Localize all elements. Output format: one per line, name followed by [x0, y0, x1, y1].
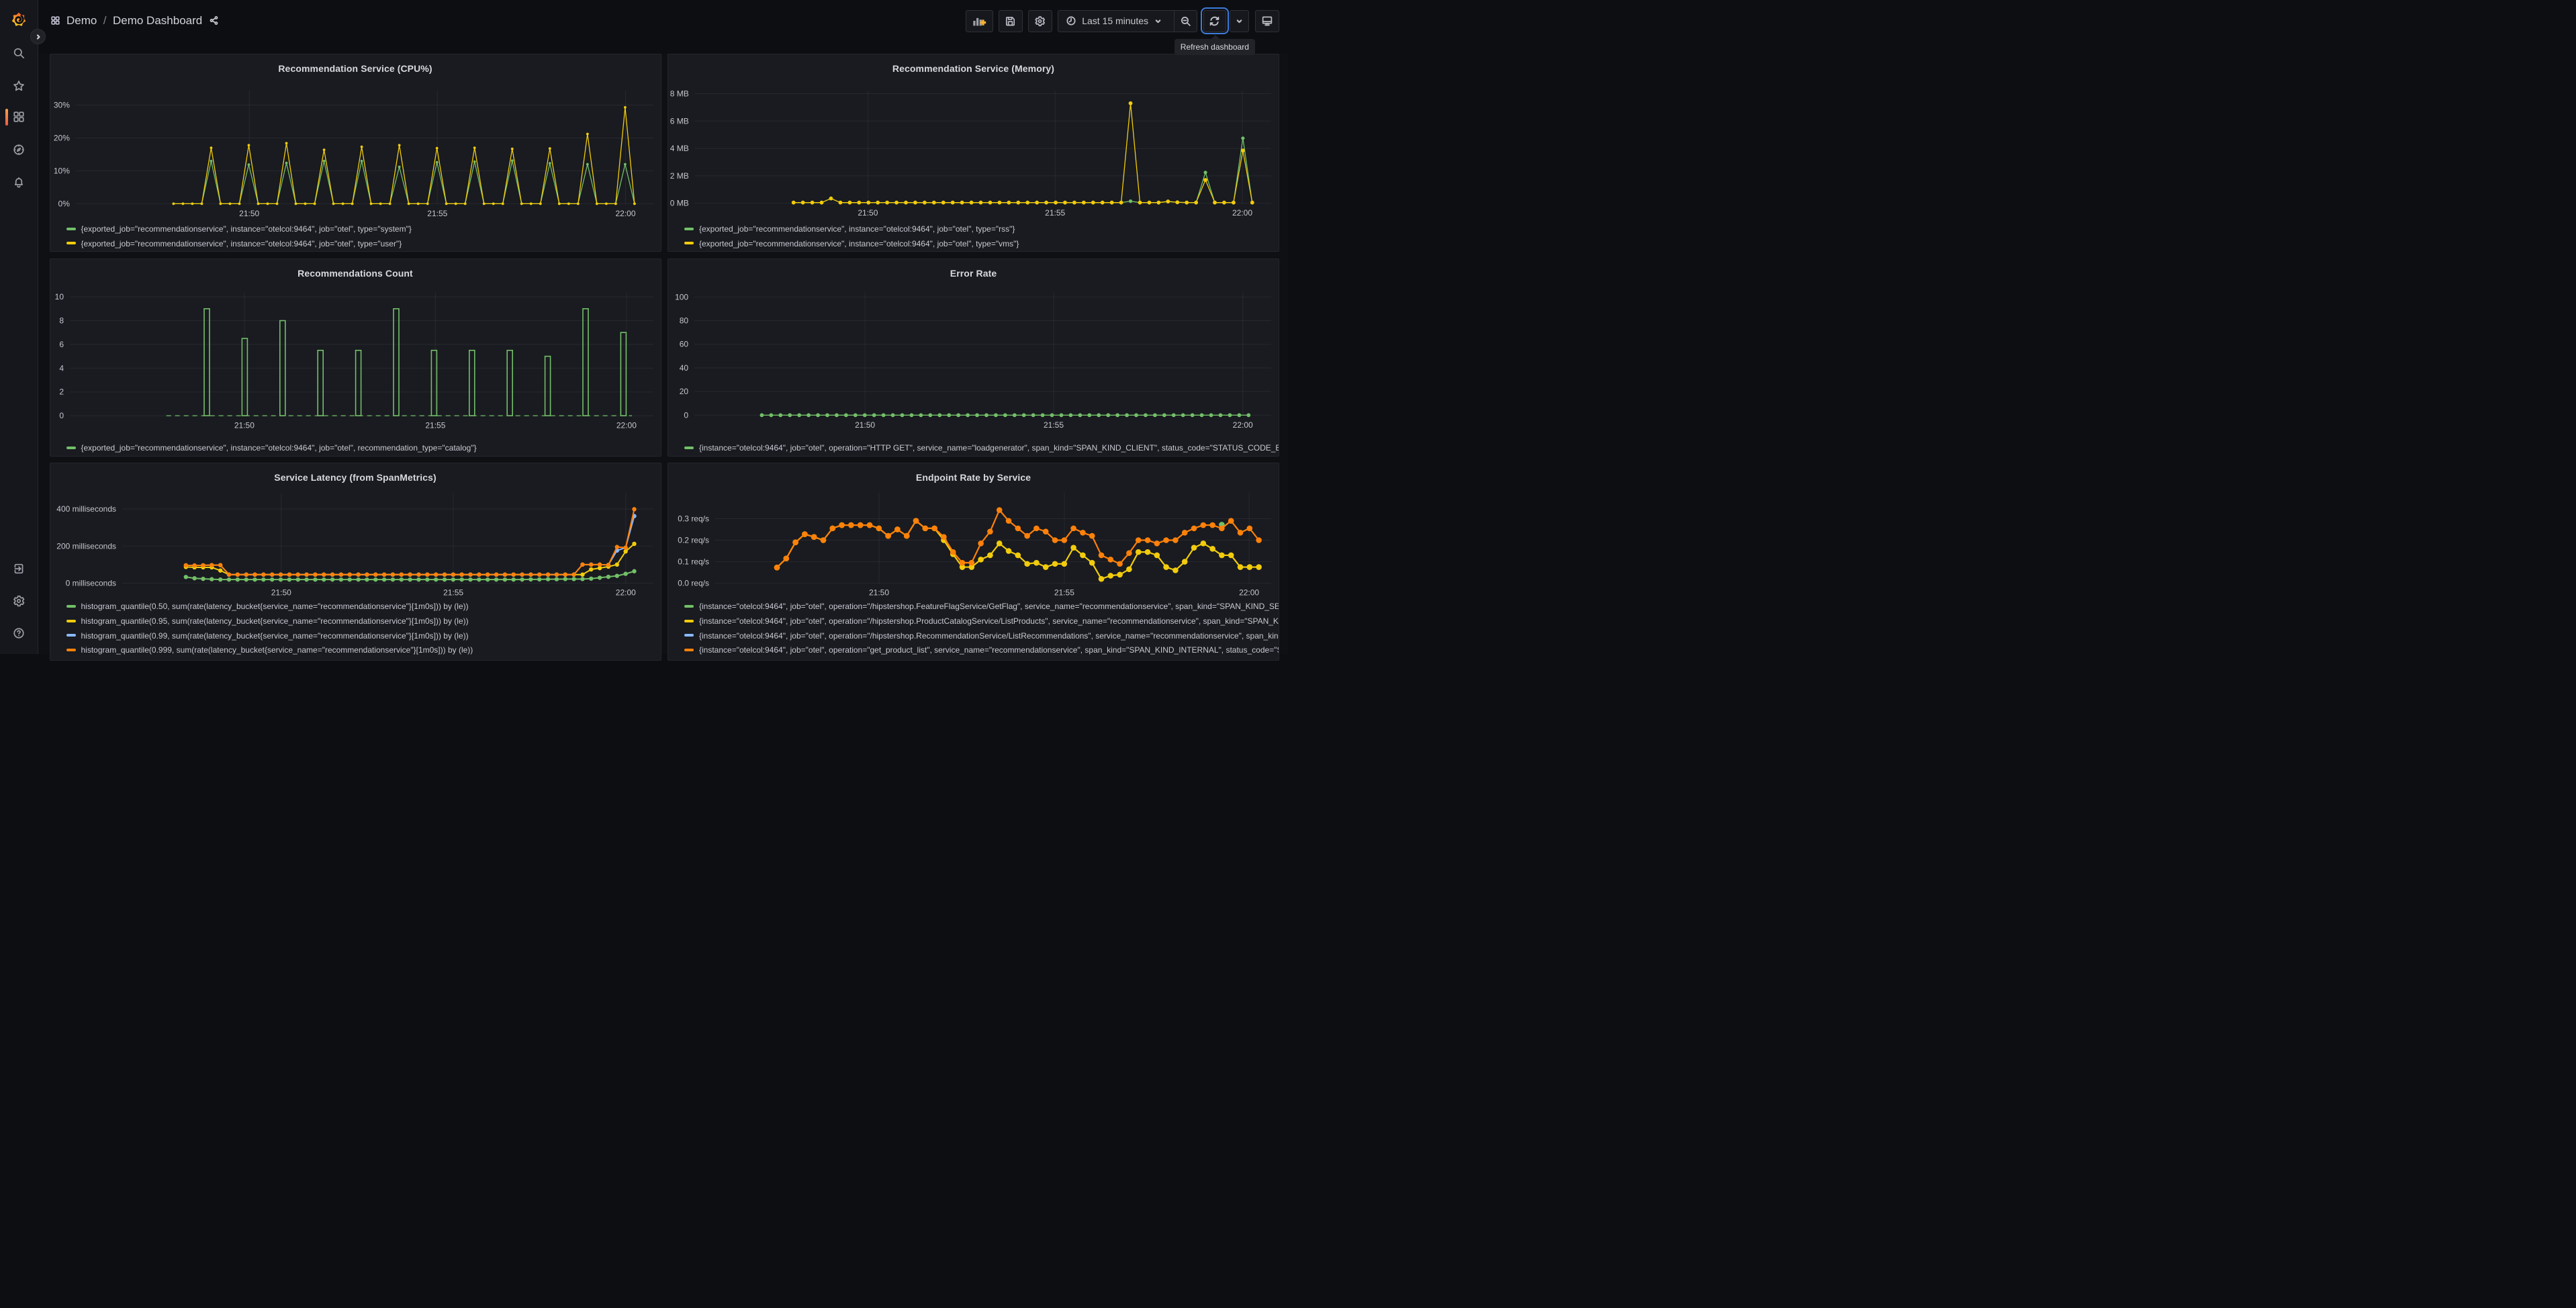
svg-text:0: 0: [684, 410, 688, 420]
svg-text:21:55: 21:55: [1044, 420, 1064, 429]
svg-text:22:00: 22:00: [1232, 208, 1252, 218]
svg-text:8 MB: 8 MB: [670, 89, 689, 99]
svg-text:21:55: 21:55: [1054, 588, 1074, 597]
svg-text:21:50: 21:50: [858, 208, 878, 218]
svg-text:0.0 req/s: 0.0 req/s: [678, 578, 709, 588]
svg-text:8: 8: [59, 316, 64, 325]
svg-text:400 milliseconds: 400 milliseconds: [56, 504, 116, 514]
svg-text:21:50: 21:50: [855, 420, 875, 429]
svg-text:200 milliseconds: 200 milliseconds: [56, 541, 116, 551]
svg-text:0.1 req/s: 0.1 req/s: [678, 557, 709, 566]
svg-text:22:00: 22:00: [616, 420, 636, 430]
svg-text:0%: 0%: [58, 199, 70, 208]
svg-text:0.3 req/s: 0.3 req/s: [678, 514, 709, 523]
svg-text:20: 20: [680, 387, 689, 396]
svg-text:22:00: 22:00: [1233, 420, 1253, 429]
svg-text:6: 6: [59, 339, 64, 348]
svg-text:4 MB: 4 MB: [670, 144, 689, 153]
svg-text:0: 0: [59, 411, 64, 420]
svg-text:22:00: 22:00: [615, 588, 635, 597]
svg-text:21:50: 21:50: [869, 588, 889, 597]
svg-text:60: 60: [680, 339, 689, 348]
svg-text:22:00: 22:00: [615, 209, 635, 218]
svg-text:80: 80: [680, 316, 689, 325]
svg-text:0.2 req/s: 0.2 req/s: [678, 535, 709, 545]
svg-text:10%: 10%: [53, 166, 69, 175]
svg-text:10: 10: [54, 292, 64, 301]
svg-text:21:55: 21:55: [427, 209, 447, 218]
svg-text:21:50: 21:50: [234, 420, 254, 430]
svg-text:40: 40: [680, 363, 689, 372]
svg-text:21:55: 21:55: [1045, 208, 1065, 218]
svg-text:20%: 20%: [53, 133, 69, 142]
svg-text:4: 4: [59, 363, 64, 373]
svg-text:2: 2: [59, 387, 64, 396]
svg-text:0 milliseconds: 0 milliseconds: [65, 578, 116, 588]
svg-text:100: 100: [675, 292, 688, 301]
svg-text:22:00: 22:00: [1239, 588, 1259, 597]
svg-text:0 MB: 0 MB: [670, 199, 689, 208]
svg-text:30%: 30%: [53, 100, 69, 109]
svg-text:21:55: 21:55: [443, 588, 463, 597]
svg-text:6 MB: 6 MB: [670, 116, 689, 126]
svg-text:21:50: 21:50: [239, 209, 259, 218]
svg-text:21:55: 21:55: [425, 420, 445, 430]
svg-text:2 MB: 2 MB: [670, 171, 689, 181]
svg-text:21:50: 21:50: [271, 588, 291, 597]
